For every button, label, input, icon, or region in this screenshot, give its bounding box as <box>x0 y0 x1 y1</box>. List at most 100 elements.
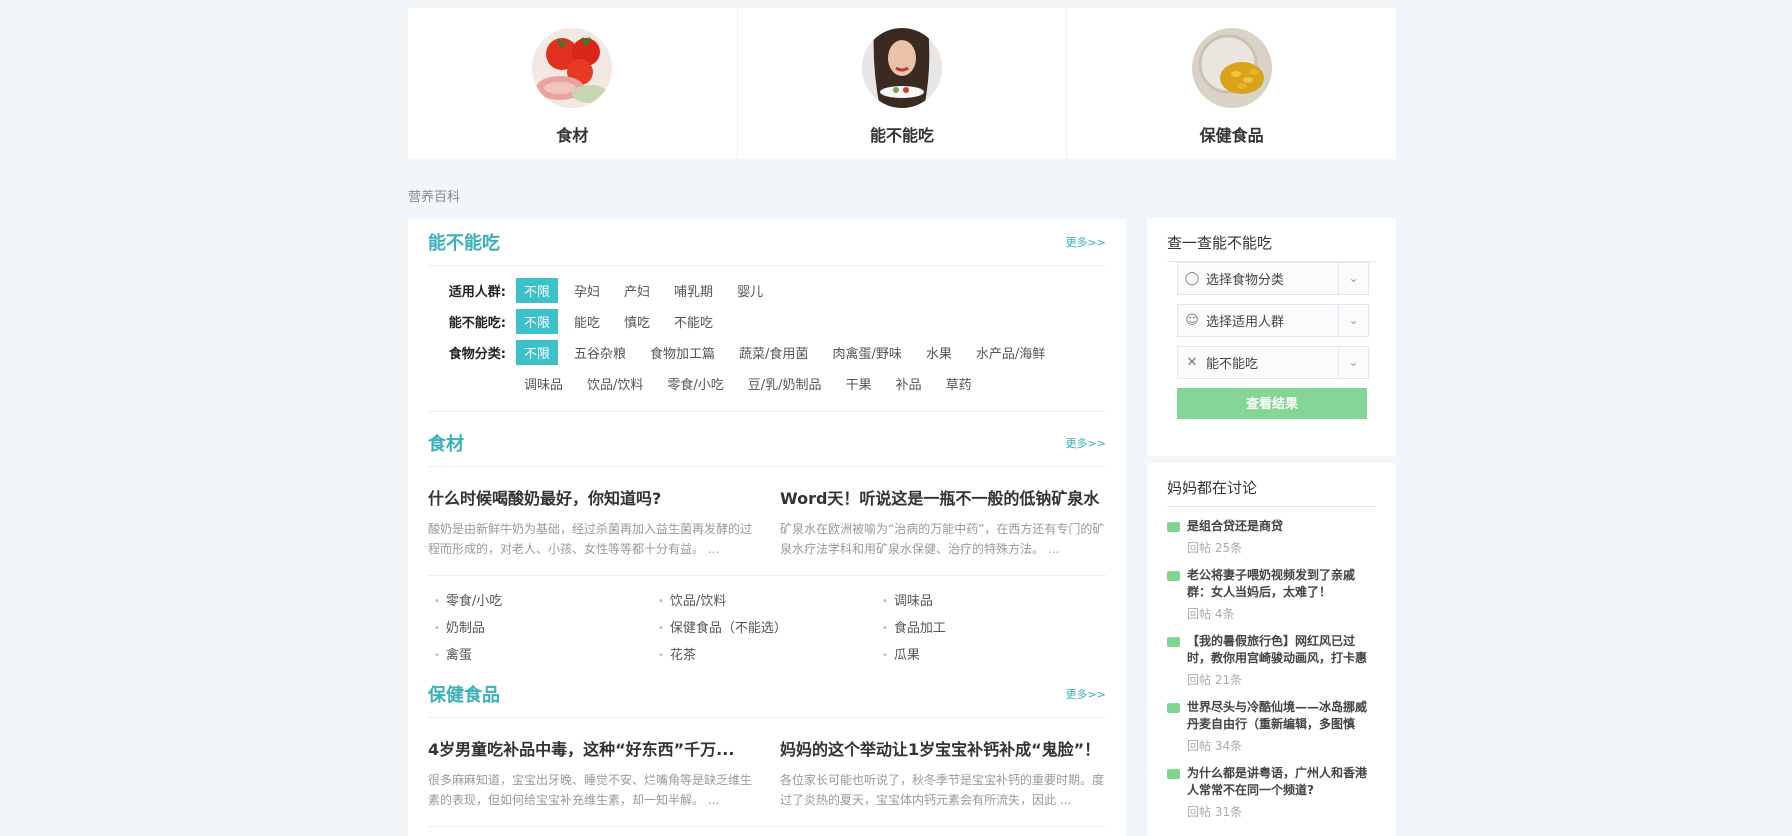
category-link[interactable]: 食品加工 <box>882 617 1106 636</box>
section-title[interactable]: 保健食品 <box>428 681 500 707</box>
can-eat-select[interactable]: ✕ 能不能吃 ⌄ <box>1177 346 1369 379</box>
chat-bubble-icon <box>1167 633 1180 647</box>
category-cards: 食材 能不能吃 保健食品 <box>408 8 1396 159</box>
health-food-articles: 4岁男童吃补品中毒，这种“好东西”千万... 很多麻麻知道，宝宝出牙晚、睡觉不安… <box>428 718 1106 827</box>
apple-icon: ◯ <box>1184 271 1200 286</box>
filter-tag[interactable]: 肉禽蛋/野味 <box>824 340 909 365</box>
view-result-button[interactable]: 查看结果 <box>1177 388 1367 419</box>
ingredient-category-list: 零食/小吃 饮品/饮料 调味品 奶制品 保健食品（不能选） 食品加工 禽蛋 花茶… <box>428 576 1106 671</box>
discussion-title[interactable]: 【我的暑假旅行色】网红风已过时，教你用宫崎骏动画风，打卡惠 <box>1187 633 1372 667</box>
filter-tag[interactable]: 婴儿 <box>729 278 771 303</box>
filter-tag[interactable]: 不限 <box>516 278 559 303</box>
select-label: 选择适用人群 <box>1206 315 1285 330</box>
article-title[interactable]: Word天！听说这是一瓶不一般的低钠矿泉水 <box>780 485 1106 509</box>
chevron-down-icon[interactable]: ⌄ <box>1338 346 1368 379</box>
discussion-title[interactable]: 为什么都是讲粤语，广州人和香港人常常不在同一个频道? <box>1187 765 1372 799</box>
category-link[interactable]: 保健食品（不能选） <box>658 617 882 636</box>
chevron-down-icon[interactable]: ⌄ <box>1338 304 1368 337</box>
discussion-title[interactable]: 老公将妻子喂奶视频发到了亲戚群：女人当妈后，太难了！ <box>1187 567 1372 601</box>
category-link[interactable]: 禽蛋 <box>434 644 658 663</box>
tomato-ham-image <box>532 28 613 108</box>
filter-tag[interactable]: 草药 <box>938 371 980 396</box>
filter-tag[interactable]: 孕妇 <box>566 278 608 303</box>
card-ingredients[interactable]: 食材 <box>408 8 738 159</box>
card-can-eat[interactable]: 能不能吃 <box>738 8 1068 159</box>
filter-tag[interactable]: 补品 <box>888 371 930 396</box>
discussion-item[interactable]: 是组合贷还是商贷 回帖 25条 <box>1167 507 1376 556</box>
filter-tag[interactable]: 调味品 <box>516 371 571 396</box>
food-category-select[interactable]: ◯ 选择食物分类 ⌄ <box>1177 262 1369 295</box>
population-select[interactable]: ☺ 选择适用人群 ⌄ <box>1177 304 1369 337</box>
reply-count: 回帖 21条 <box>1187 673 1243 687</box>
article-title[interactable]: 4岁男童吃补品中毒，这种“好东西”千万... <box>428 736 754 760</box>
category-link[interactable]: 奶制品 <box>434 617 658 636</box>
filter-row-population: 适用人群: 不限 孕妇 产妇 哺乳期 婴儿 <box>428 275 1106 306</box>
filter-tag[interactable]: 不限 <box>516 309 559 334</box>
card-label: 保健食品 <box>1199 126 1264 145</box>
filter-tag[interactable]: 不限 <box>516 340 559 365</box>
filter-tag[interactable]: 不能吃 <box>666 309 721 334</box>
category-link[interactable]: 花茶 <box>658 644 882 663</box>
capsules-image <box>1191 28 1272 108</box>
person-icon: ☺ <box>1185 313 1199 328</box>
breadcrumb[interactable]: 营养百科 <box>408 186 460 205</box>
filter-tag[interactable]: 水果 <box>918 340 960 365</box>
filter-tag[interactable]: 豆/乳/奶制品 <box>740 371 830 396</box>
reply-count: 回帖 4条 <box>1187 607 1235 621</box>
ingredients-header: 食材 更多>> <box>428 420 1106 467</box>
section-title[interactable]: 食材 <box>428 430 464 456</box>
discussion-item[interactable]: 【我的暑假旅行色】网红风已过时，教你用宫崎骏动画风，打卡惠 回帖 21条 <box>1167 622 1376 688</box>
more-link[interactable]: 更多>> <box>1066 686 1106 702</box>
article-desc: 很多麻麻知道，宝宝出牙晚、睡觉不安、烂嘴角等是缺乏维生素的表现，但如何给宝宝补充… <box>428 773 753 807</box>
more-link[interactable]: 更多>> <box>1066 234 1106 250</box>
category-link[interactable]: 调味品 <box>882 590 1106 609</box>
select-label: 能不能吃 <box>1206 357 1259 372</box>
filter-tag[interactable]: 干果 <box>838 371 880 396</box>
chat-bubble-icon <box>1167 699 1180 713</box>
reply-count: 回帖 31条 <box>1187 805 1243 819</box>
filter-label: 能不能吃: <box>448 316 506 331</box>
filter-row-food-category-cont: 调味品 饮品/饮料 零食/小吃 豆/乳/奶制品 干果 补品 草药 <box>428 368 1106 399</box>
filter-tag[interactable]: 慎吃 <box>616 309 658 334</box>
article-desc: 各位家长可能也听说了，秋冬季节是宝宝补钙的重要时期。度过了炎热的夏天，宝宝体内钙… <box>780 773 1105 807</box>
category-link[interactable]: 零食/小吃 <box>434 590 658 609</box>
select-label: 选择食物分类 <box>1206 273 1285 288</box>
category-link[interactable]: 瓜果 <box>882 644 1106 663</box>
filter-tag[interactable]: 五谷杂粮 <box>566 340 634 365</box>
filter-tag[interactable]: 水产品/海鲜 <box>968 340 1053 365</box>
discussion-title[interactable]: 世界尽头与冷酷仙境——冰岛挪威丹麦自由行（重新编辑，多图慎 <box>1187 699 1372 733</box>
discussion-item[interactable]: 世界尽头与冷酷仙境——冰岛挪威丹麦自由行（重新编辑，多图慎 回帖 34条 <box>1167 688 1376 754</box>
filter-tag[interactable]: 食物加工篇 <box>642 340 723 365</box>
chevron-down-icon[interactable]: ⌄ <box>1338 262 1368 295</box>
woman-eating-image <box>862 28 942 108</box>
card-health-food[interactable]: 保健食品 <box>1067 8 1396 159</box>
filter-label: 食物分类: <box>448 347 506 362</box>
filter-tag[interactable]: 能吃 <box>566 309 608 334</box>
category-link[interactable]: 饮品/饮料 <box>658 590 882 609</box>
chat-bubble-icon <box>1167 765 1180 779</box>
article-card[interactable]: 妈妈的这个举动让1岁宝宝补钙补成“鬼脸”！ 各位家长可能也听说了，秋冬季节是宝宝… <box>780 736 1106 810</box>
section-title[interactable]: 能不能吃 <box>428 229 500 255</box>
filter-tag[interactable]: 饮品/饮料 <box>579 371 651 396</box>
filter-tag[interactable]: 零食/小吃 <box>659 371 731 396</box>
article-title[interactable]: 什么时候喝酸奶最好，你知道吗? <box>428 485 754 509</box>
card-label: 食材 <box>556 126 589 145</box>
article-card[interactable]: Word天！听说这是一瓶不一般的低钠矿泉水 矿泉水在欧洲被喻为“治病的万能中药”… <box>780 485 1106 559</box>
discussion-title[interactable]: 是组合贷还是商贷 <box>1187 518 1372 535</box>
discussion-item[interactable]: 老公将妻子喂奶视频发到了亲戚群：女人当妈后，太难了！ 回帖 4条 <box>1167 556 1376 622</box>
filter-panel: 适用人群: 不限 孕妇 产妇 哺乳期 婴儿 能不能吃: 不限 能吃 慎吃 不能吃… <box>428 266 1106 412</box>
filter-tag[interactable]: 产妇 <box>616 278 658 303</box>
discussion-item[interactable]: 为什么都是讲粤语，广州人和香港人常常不在同一个频道? 回帖 31条 <box>1167 754 1376 820</box>
more-link[interactable]: 更多>> <box>1066 435 1106 451</box>
article-title[interactable]: 妈妈的这个举动让1岁宝宝补钙补成“鬼脸”！ <box>780 736 1106 760</box>
health-food-header: 保健食品 更多>> <box>428 671 1106 718</box>
filter-row-can-eat: 能不能吃: 不限 能吃 慎吃 不能吃 <box>428 306 1106 337</box>
filter-tag[interactable]: 蔬菜/食用菌 <box>731 340 816 365</box>
filter-tag[interactable]: 哺乳期 <box>666 278 721 303</box>
reply-count: 回帖 25条 <box>1187 541 1243 555</box>
article-card[interactable]: 什么时候喝酸奶最好，你知道吗? 酸奶是由新鲜牛奶为基础，经过杀菌再加入益生菌再发… <box>428 485 780 559</box>
card-label: 能不能吃 <box>870 126 935 145</box>
article-card[interactable]: 4岁男童吃补品中毒，这种“好东西”千万... 很多麻麻知道，宝宝出牙晚、睡觉不安… <box>428 736 780 810</box>
can-eat-header: 能不能吃 更多>> <box>428 219 1106 266</box>
article-desc: 矿泉水在欧洲被喻为“治病的万能中药”，在西方还有专门的矿泉水疗法学科和用矿泉水保… <box>780 522 1105 556</box>
